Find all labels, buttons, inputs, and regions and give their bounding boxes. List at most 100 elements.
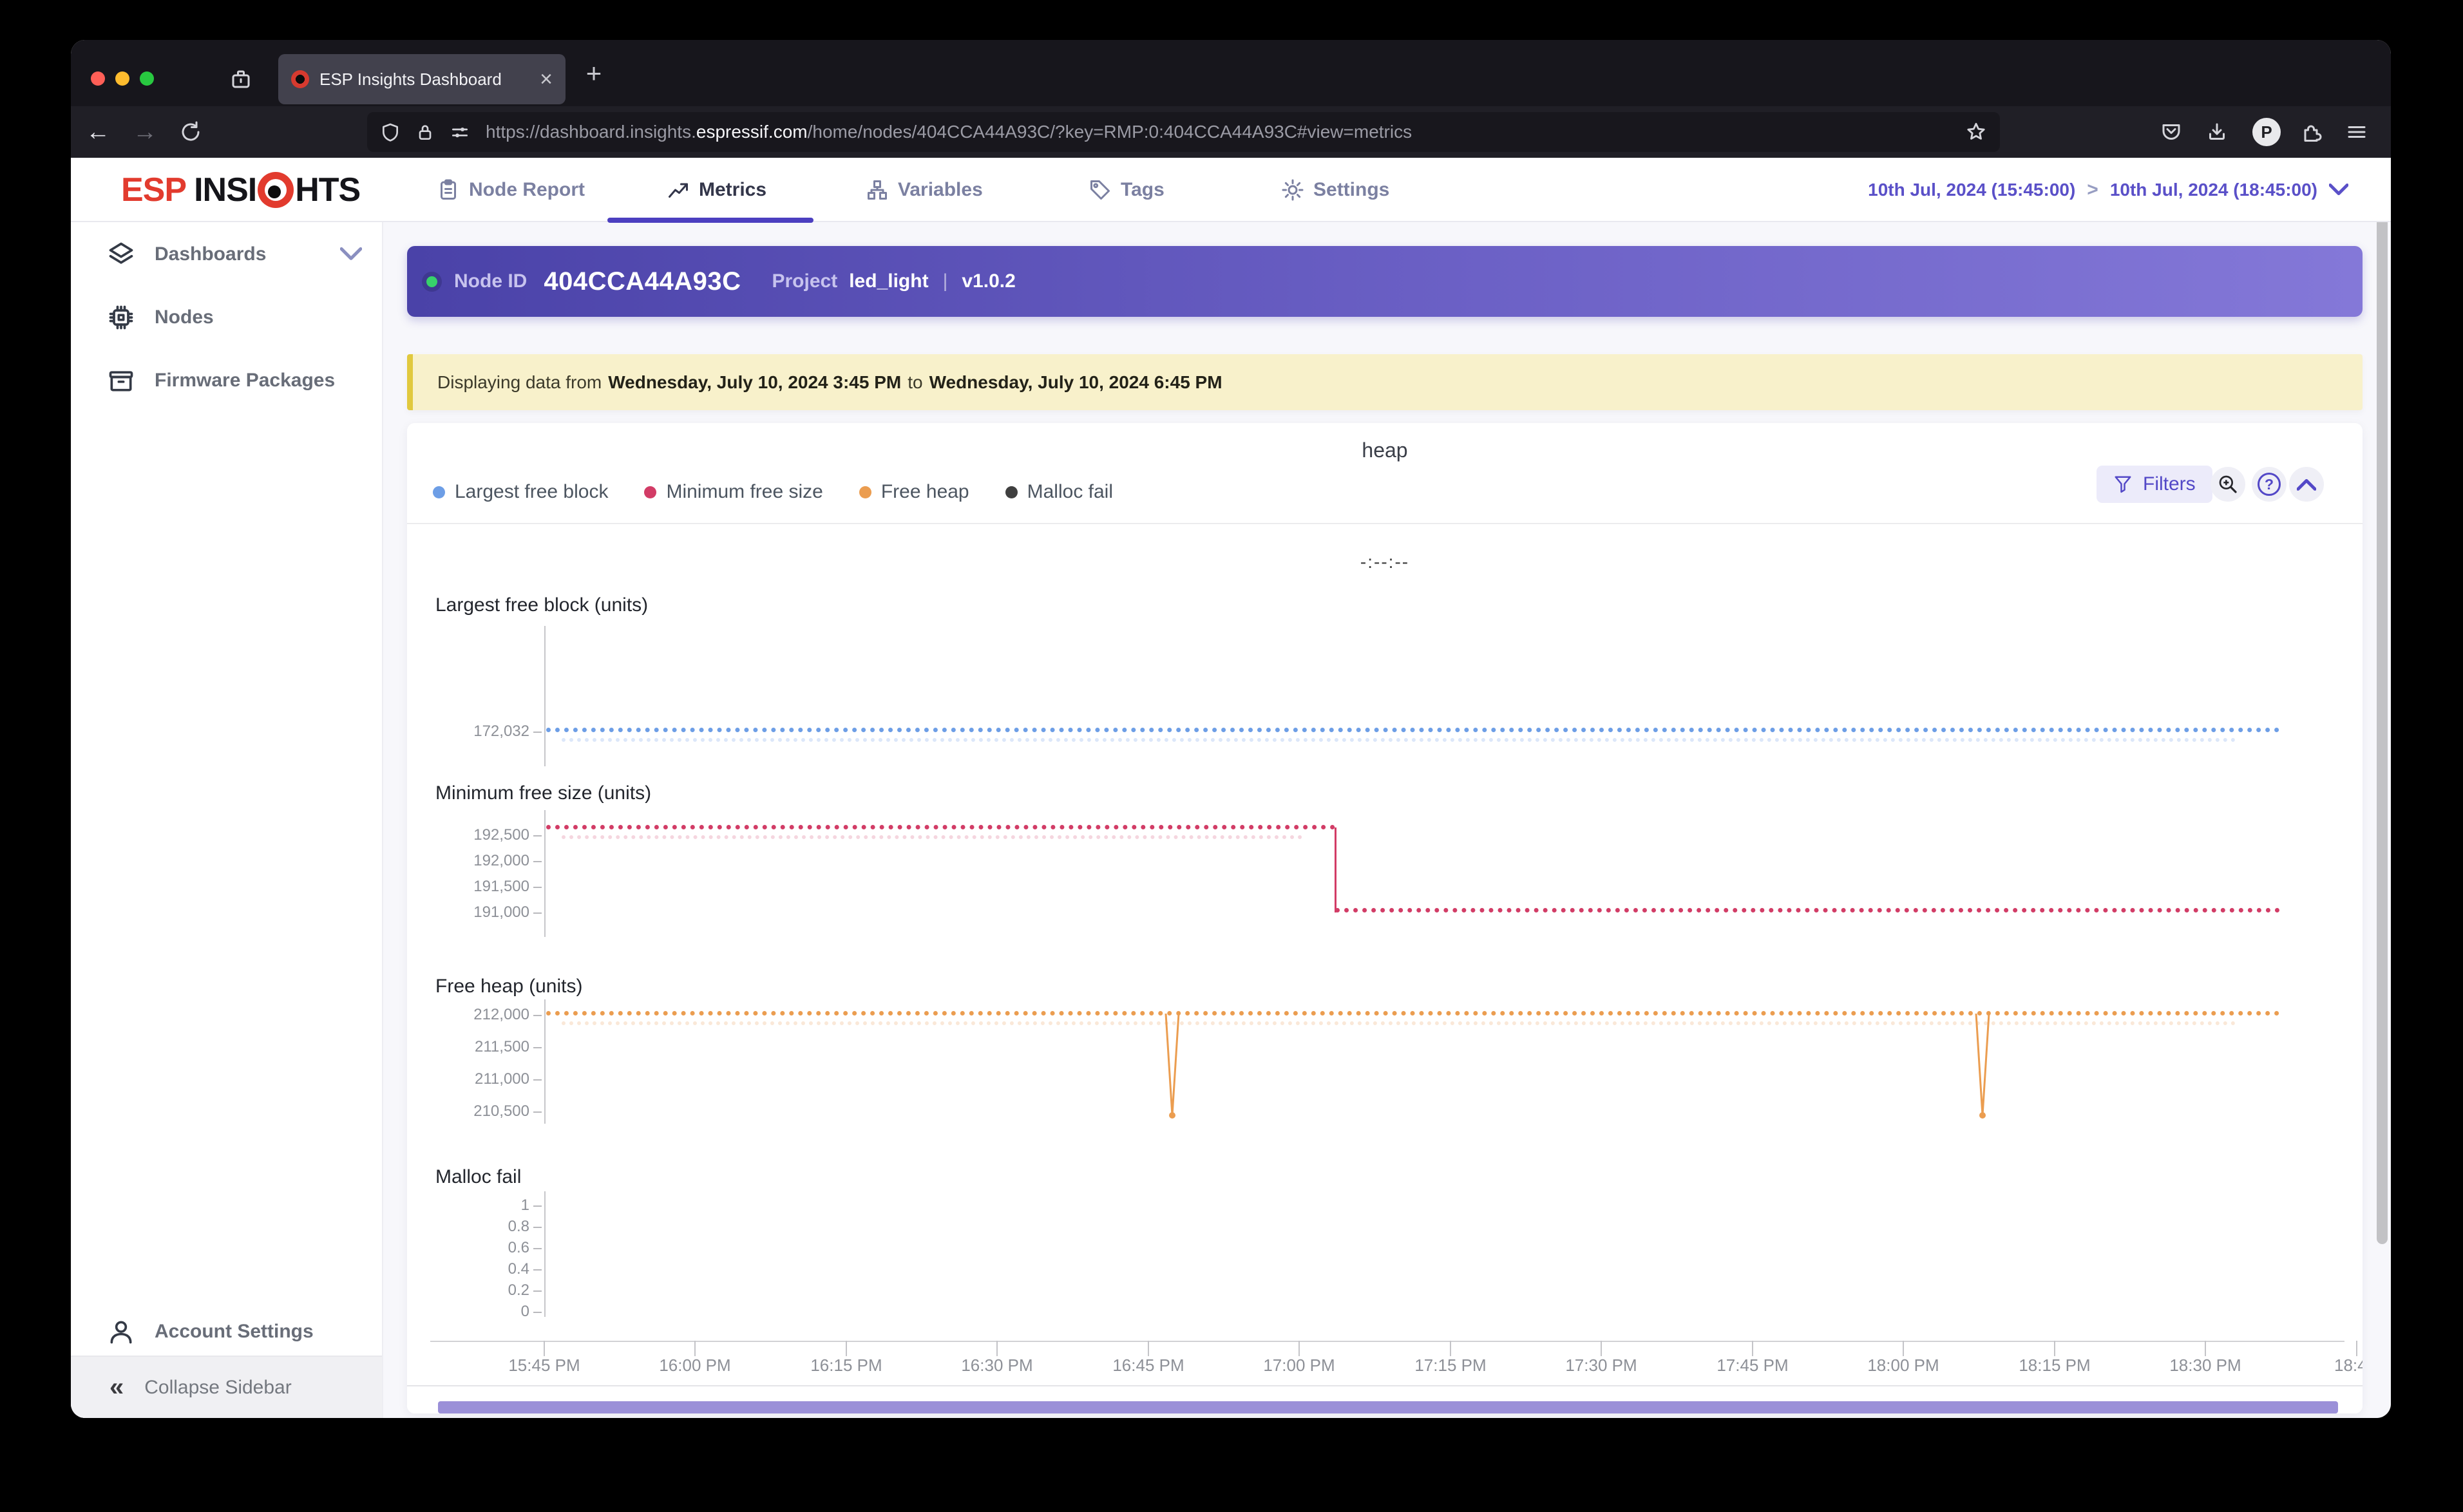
page-scrollbar-thumb[interactable] [2377,162,2388,1244]
y-tick-label: 0.4 [508,1260,529,1278]
logo-text-insi: INSI [194,171,257,209]
tab-tags[interactable]: Tags [1089,158,1165,222]
tooltip-time-placeholder: -:--:-- [1360,552,1410,572]
logo-eye-icon [258,172,294,208]
axis-tick [1601,1341,1602,1356]
y-axis [544,626,546,766]
new-tab-button[interactable]: + [580,59,608,88]
browser-window: ESP Insights Dashboard × + ← → https://d… [71,40,2391,1418]
zoom-in-button[interactable] [2211,467,2245,502]
browser-toolbar: ← → https://dashboard.insights.espressif… [71,106,2391,158]
y-tick-label: 211,500 [475,1038,529,1055]
sidebar-item-label: Account Settings [155,1321,314,1342]
reload-icon[interactable] [179,120,202,144]
legend-dot-icon [433,486,445,498]
axis-tick [533,1111,542,1113]
legend-dot-icon [859,486,871,498]
chevron-up-icon [2297,478,2316,491]
zoom-window-button[interactable] [140,71,154,86]
x-tick-label: 16:00 PM [659,1356,731,1375]
chevron-down-icon[interactable] [340,247,362,261]
sidebar-item-dashboards[interactable]: Dashboards [71,231,382,278]
axis-tick [2205,1341,2206,1356]
close-window-button[interactable] [91,71,105,86]
tab-node-report[interactable]: Node Report [437,158,585,222]
axis-tick [533,732,542,733]
info-to-date: Wednesday, July 10, 2024 6:45 PM [929,372,1222,392]
url-path: /home/nodes/404CCA44A93C/?key=RMP:0:404C… [807,122,1412,142]
chart-title: Largest free block (units) [435,594,649,616]
minimize-window-button[interactable] [115,71,129,86]
sidebar-item-account-settings[interactable]: Account Settings [71,1309,382,1355]
legend-item-malloc-fail[interactable]: Malloc fail [1005,481,1113,503]
extensions-puzzle-icon[interactable] [2299,120,2323,144]
browser-tab-bar: ESP Insights Dashboard × + [71,40,2391,106]
pocket-icon[interactable] [2160,120,2183,144]
esp-insights-page: ESP INSI HTS Node Report Metrics Variabl… [71,158,2391,1418]
sidebar-item-label: Nodes [155,307,214,328]
url-domain: espressif.com [696,122,808,142]
sidebar-item-nodes[interactable]: Nodes [71,294,382,341]
tab-settings[interactable]: Settings [1281,158,1389,222]
permissions-icon[interactable] [450,122,470,142]
shield-icon[interactable] [380,122,401,142]
y-tick-label: 191,500 [473,878,529,895]
axis-tick [533,1290,542,1292]
collapse-sidebar-button[interactable]: « Collapse Sidebar [71,1357,382,1418]
date-range-picker[interactable]: 10th Jul, 2024 (15:45:00) > 10th Jul, 20… [1868,158,2348,222]
legend-item-minimum-free-size[interactable]: Minimum free size [644,481,823,503]
menu-hamburger-icon[interactable] [2345,120,2368,144]
axis-tick [533,912,542,914]
card-divider [407,523,2363,524]
axis-tick [533,1079,542,1081]
collapse-chevrons-icon: « [109,1373,124,1401]
info-from-date: Wednesday, July 10, 2024 3:45 PM [608,372,902,392]
profile-avatar[interactable]: P [2252,118,2281,146]
tab-metrics[interactable]: Metrics [667,158,766,222]
y-tick-label: 1 [520,1196,529,1214]
tab-variables[interactable]: Variables [866,158,983,222]
tab-label: Variables [898,179,983,200]
date-range-to: 10th Jul, 2024 (18:45:00) [2109,180,2317,200]
person-icon [110,1321,132,1344]
chart-scroll-thumb[interactable] [438,1401,2338,1413]
legend-item-largest-free-block[interactable]: Largest free block [433,481,608,503]
axis-tick [1450,1341,1451,1356]
bookmark-star-icon[interactable] [1965,121,1987,143]
sidebar-item-firmware-packages[interactable]: Firmware Packages [71,357,382,404]
sidebar-item-label: Dashboards [155,243,267,265]
url-bar[interactable]: https://dashboard.insights.espressif.com… [367,112,2000,152]
logo-text-hts: HTS [295,171,361,209]
axis-tick [1148,1341,1149,1356]
y-tick-label: 210,500 [473,1102,529,1120]
axis-tick [996,1341,998,1356]
esp-insights-favicon [291,70,309,88]
back-button[interactable]: ← [84,118,112,146]
legend-item-free-heap[interactable]: Free heap [859,481,969,503]
esp-insights-logo[interactable]: ESP INSI HTS [121,158,361,222]
lock-icon[interactable] [415,122,435,142]
filters-button[interactable]: Filters [2097,466,2212,503]
downloads-icon[interactable] [2205,120,2229,144]
container-icon[interactable] [229,68,252,91]
x-tick-label: 18:15 PM [2019,1356,2091,1375]
axis-tick [2054,1341,2055,1356]
layers-icon [109,242,133,264]
main-content: Node ID 404CCA44A93C Project led_light |… [383,222,2391,1418]
axis-tick [533,1312,542,1313]
app-header: ESP INSI HTS Node Report Metrics Variabl… [71,158,2391,223]
y-tick-label: 0.2 [508,1281,529,1299]
firmware-version: v1.0.2 [962,270,1016,292]
legend-label: Largest free block [455,481,609,502]
project-name: led_light [849,270,929,292]
help-button[interactable]: ? [2252,467,2287,502]
forward-button[interactable]: → [131,118,159,146]
y-tick-label: 191,000 [473,903,529,921]
collapse-panel-button[interactable] [2289,467,2324,502]
close-tab-icon[interactable]: × [540,68,553,90]
x-tick-label: 18:30 PM [2169,1356,2241,1375]
legend-dot-icon [644,486,657,498]
url-text: https://dashboard.insights.espressif.com… [486,122,1412,142]
browser-tab[interactable]: ESP Insights Dashboard × [278,54,566,104]
chart-scroll-track [407,1385,2363,1413]
